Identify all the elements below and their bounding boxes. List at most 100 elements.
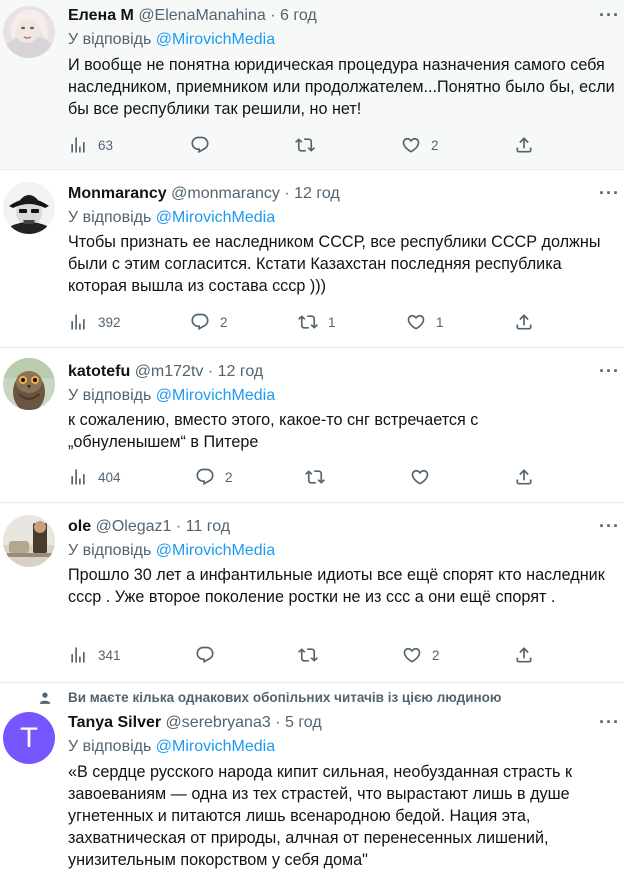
- like-icon: [406, 312, 426, 332]
- reply-icon: [190, 312, 210, 332]
- more-icon[interactable]: ···: [599, 517, 620, 535]
- tweet-actions: 404 2: [68, 466, 624, 488]
- views-button[interactable]: 392: [68, 311, 121, 333]
- timestamp[interactable]: 6 год: [280, 7, 317, 24]
- tweet-3[interactable]: katotefu @m172tv · 12 год ··· У відповід…: [0, 348, 624, 503]
- timestamp[interactable]: 12 год: [294, 185, 340, 202]
- display-name[interactable]: Елена М: [68, 7, 134, 24]
- retweet-icon: [295, 135, 315, 155]
- views-icon: [68, 312, 88, 332]
- views-icon: [68, 645, 88, 665]
- reply-context: У відповідь @MirovichMedia: [68, 541, 275, 561]
- views-count: 341: [98, 647, 121, 663]
- reply-prefix: У відповідь: [68, 31, 152, 48]
- tweet-text: И вообще не понятна юридическая процедур…: [68, 56, 615, 118]
- like-count: 2: [432, 647, 440, 663]
- handle[interactable]: @ElenaManahina: [138, 7, 265, 24]
- tweet-5[interactable]: Ви маєте кілька однакових обопільних чит…: [0, 683, 624, 871]
- share-button[interactable]: [514, 644, 534, 666]
- like-icon: [401, 135, 421, 155]
- tweet-actions: 341 2: [68, 644, 624, 666]
- display-name[interactable]: katotefu: [68, 363, 130, 380]
- avatar[interactable]: [3, 515, 55, 567]
- timestamp[interactable]: 12 год: [218, 363, 264, 380]
- reply-context: У відповідь @MirovichMedia: [68, 208, 275, 228]
- reply-count: 2: [225, 469, 233, 485]
- avatar-letter: T: [20, 722, 38, 754]
- tweet-4[interactable]: ole @Olegaz1 · 11 год ··· У відповідь @M…: [0, 503, 624, 683]
- share-icon: [514, 312, 534, 332]
- views-icon: [68, 467, 88, 487]
- reply-context: У відповідь @MirovichMedia: [68, 30, 275, 50]
- views-icon: [68, 135, 88, 155]
- mention-link[interactable]: @MirovichMedia: [156, 209, 275, 226]
- share-icon: [514, 467, 534, 487]
- reply-button[interactable]: 2: [195, 466, 233, 488]
- views-count: 404: [98, 469, 121, 485]
- reply-button[interactable]: [195, 644, 225, 666]
- more-icon[interactable]: ···: [599, 6, 620, 24]
- tweet-text: Прошло 30 лет а инфантильные идиоты все …: [68, 566, 605, 606]
- handle[interactable]: @monmarancy: [171, 185, 280, 202]
- more-icon[interactable]: ···: [599, 362, 620, 380]
- mention-link[interactable]: @MirovichMedia: [156, 387, 275, 404]
- views-count: 392: [98, 314, 121, 330]
- tweet-header: ole @Olegaz1 · 11 год: [68, 518, 231, 535]
- more-icon[interactable]: ···: [599, 713, 620, 731]
- reply-count: 2: [220, 314, 228, 330]
- like-button[interactable]: 2: [402, 644, 440, 666]
- views-button[interactable]: 341: [68, 644, 121, 666]
- reply-prefix: У відповідь: [68, 387, 152, 404]
- reply-prefix: У відповідь: [68, 542, 152, 559]
- retweet-button[interactable]: 1: [298, 311, 336, 333]
- display-name[interactable]: Tanya Silver: [68, 714, 161, 731]
- tweet-header: Monmarancy @monmarancy · 12 год: [68, 185, 340, 202]
- share-icon: [514, 645, 534, 665]
- more-icon[interactable]: ···: [599, 184, 620, 202]
- mention-link[interactable]: @MirovichMedia: [156, 542, 275, 559]
- like-icon: [410, 467, 430, 487]
- share-button[interactable]: [514, 311, 534, 333]
- handle[interactable]: @Olegaz1: [96, 518, 172, 535]
- social-context: Ви маєте кілька однакових обопільних чит…: [68, 690, 502, 705]
- display-name[interactable]: ole: [68, 518, 91, 535]
- retweet-button[interactable]: [305, 466, 335, 488]
- timestamp[interactable]: 5 год: [285, 714, 322, 731]
- timestamp[interactable]: 11 год: [186, 518, 230, 535]
- handle[interactable]: @m172tv: [135, 363, 204, 380]
- tweet-actions: 63 2: [68, 134, 624, 156]
- share-icon: [514, 135, 534, 155]
- tweet-1[interactable]: Елена М @ElenaManahina · 6 год ··· У від…: [0, 0, 624, 170]
- tweet-header: Tanya Silver @serebryana3 · 5 год: [68, 714, 322, 731]
- mention-link[interactable]: @MirovichMedia: [156, 738, 275, 755]
- avatar[interactable]: [3, 358, 55, 410]
- like-button[interactable]: [410, 466, 440, 488]
- tweet-text: к сожалению, вместо этого, какое-то снг …: [68, 411, 479, 451]
- reply-button[interactable]: 2: [190, 311, 228, 333]
- tweet-2[interactable]: Monmarancy @monmarancy · 12 год ··· У ві…: [0, 170, 624, 348]
- avatar[interactable]: T: [3, 712, 55, 764]
- reply-prefix: У відповідь: [68, 209, 152, 226]
- like-count: 1: [436, 314, 444, 330]
- display-name[interactable]: Monmarancy: [68, 185, 167, 202]
- reply-icon: [195, 645, 215, 665]
- share-button[interactable]: [514, 466, 534, 488]
- share-button[interactable]: [514, 134, 534, 156]
- retweet-button[interactable]: [295, 134, 325, 156]
- tweet-header: Елена М @ElenaManahina · 6 год: [68, 7, 317, 24]
- like-button[interactable]: 2: [401, 134, 439, 156]
- reply-button[interactable]: [190, 134, 220, 156]
- tweet-text: «В сердце русского народа кипит сильная,…: [68, 763, 573, 869]
- reply-prefix: У відповідь: [68, 738, 152, 755]
- like-button[interactable]: 1: [406, 311, 444, 333]
- avatar[interactable]: [3, 182, 55, 234]
- mention-link[interactable]: @MirovichMedia: [156, 31, 275, 48]
- avatar[interactable]: [3, 6, 55, 58]
- handle[interactable]: @serebryana3: [166, 714, 271, 731]
- tweet-text: Чтобы признать ее наследником СССР, все …: [68, 233, 601, 295]
- views-button[interactable]: 404: [68, 466, 121, 488]
- views-button[interactable]: 63: [68, 134, 113, 156]
- retweet-button[interactable]: [298, 644, 328, 666]
- views-count: 63: [98, 137, 114, 153]
- reply-icon: [195, 467, 215, 487]
